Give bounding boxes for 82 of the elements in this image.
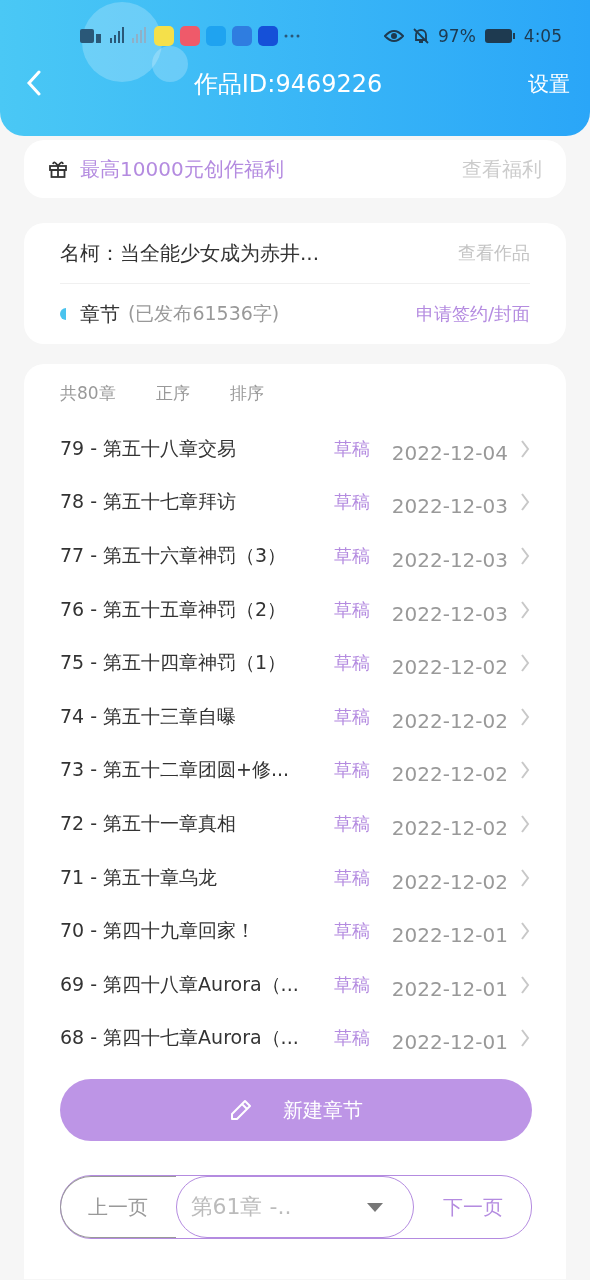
- chapter-title: 79 - 第五十八章交易: [60, 435, 238, 461]
- work-title: 名柯：当全能少女成为赤井...: [60, 239, 321, 267]
- chapter-row[interactable]: 76 - 第五十五章神罚（2） 草稿 2022-12-03: [60, 582, 530, 637]
- chapter-row[interactable]: 72 - 第五十一章真相 草稿 2022-12-02: [60, 797, 530, 851]
- promo-text: 最高10000元创作福利: [80, 155, 285, 183]
- chapter-title: 74 - 第五十三章自曝: [60, 703, 238, 729]
- chapter-date: 2022-12-02: [391, 761, 508, 787]
- word-count: (已发布61536字): [128, 301, 281, 326]
- chapter-row[interactable]: 68 - 第四十七章Aurora（... 草稿 2022-12-01: [60, 1011, 530, 1066]
- clock-time: 4:05: [523, 26, 562, 46]
- app-notification-icon: [154, 26, 174, 46]
- chevron-right-icon: [520, 813, 530, 834]
- chapter-title: 72 - 第五十一章真相: [60, 810, 238, 836]
- section-label: 章节: [80, 300, 120, 328]
- chapter-title: 76 - 第五十五章神罚（2）: [60, 596, 288, 622]
- chapter-title: 75 - 第五十四章神罚（1）: [60, 650, 288, 676]
- battery-percent: 97%: [438, 26, 476, 46]
- chevron-right-icon: [520, 974, 530, 995]
- chevron-right-icon: [520, 438, 530, 459]
- chapter-row[interactable]: 74 - 第五十三章自曝 草稿 2022-12-02: [60, 689, 530, 744]
- battery-icon: [483, 28, 516, 44]
- chapter-status: 草稿: [333, 544, 370, 568]
- chapter-status: 草稿: [333, 1026, 370, 1051]
- pencil-icon: [229, 1098, 253, 1123]
- chapter-status: 草稿: [333, 865, 370, 890]
- chevron-right-icon: [520, 867, 530, 888]
- bell-off-icon: [412, 27, 430, 45]
- chapter-row[interactable]: 70 - 第四十九章回家！ 草稿 2022-12-01: [60, 904, 530, 958]
- chapter-status: 草稿: [333, 704, 370, 729]
- eye-icon: [384, 29, 404, 43]
- chapter-row[interactable]: 73 - 第五十二章团圆+修... 草稿 2022-12-02: [60, 743, 530, 798]
- chapter-title: 78 - 第五十七章拜访: [60, 489, 238, 515]
- chapter-status: 草稿: [333, 436, 370, 461]
- chapter-date: 2022-12-01: [391, 922, 508, 948]
- chapter-row[interactable]: 71 - 第五十章乌龙 草稿 2022-12-02: [60, 850, 530, 905]
- chapter-date: 2022-12-01: [391, 1029, 508, 1055]
- app-notification-icon: [206, 26, 226, 46]
- chapter-title: 68 - 第四十七章Aurora（...: [60, 1025, 300, 1051]
- chapter-row[interactable]: 77 - 第五十六章神罚（3） 草稿 2022-12-03: [60, 529, 530, 583]
- gift-icon: [48, 159, 68, 179]
- chapter-title: 77 - 第五十六章神罚（3）: [60, 543, 288, 568]
- more-icon: [284, 34, 300, 38]
- chevron-right-icon: [520, 492, 530, 513]
- chapter-row[interactable]: 78 - 第五十七章拜访 草稿 2022-12-03: [60, 475, 530, 530]
- chevron-right-icon: [520, 1028, 530, 1049]
- chapter-status: 草稿: [333, 919, 370, 944]
- app-notification-icon: [258, 26, 278, 46]
- app-notification-icon: [232, 26, 252, 46]
- chapter-status: 草稿: [333, 758, 370, 783]
- chapter-date: 2022-12-02: [391, 868, 508, 894]
- chapter-date: 2022-12-04: [391, 439, 508, 465]
- chapter-title: 70 - 第四十九章回家！: [60, 918, 257, 944]
- chapter-row[interactable]: 79 - 第五十八章交易 草稿 2022-12-04: [60, 422, 530, 476]
- chapter-status: 草稿: [333, 597, 370, 622]
- chapter-status: 草稿: [333, 972, 370, 997]
- chapter-date: 2022-12-02: [391, 654, 508, 680]
- signal-icon: [80, 26, 148, 46]
- chevron-right-icon: [520, 706, 530, 727]
- chapter-date: 2022-12-02: [391, 814, 508, 840]
- chapter-row[interactable]: 75 - 第五十四章神罚（1） 草稿 2022-12-02: [60, 636, 530, 690]
- chapter-date: 2022-12-03: [391, 600, 508, 626]
- chapter-title: 69 - 第四十八章Aurora（...: [60, 971, 300, 997]
- chapter-status: 草稿: [333, 811, 370, 836]
- chapter-date: 2022-12-02: [391, 707, 508, 733]
- chapter-date: 2022-12-03: [391, 547, 508, 572]
- chapter-date: 2022-12-01: [391, 975, 508, 1001]
- chapter-row[interactable]: 69 - 第四十八章Aurora（... 草稿 2022-12-01: [60, 957, 530, 1012]
- chevron-right-icon: [520, 599, 530, 620]
- chevron-right-icon: [520, 760, 530, 781]
- app-notification-icon: [180, 26, 200, 46]
- chapter-date: 2022-12-03: [391, 493, 508, 519]
- dropdown-caret-icon: [366, 1202, 383, 1212]
- chapter-status: 草稿: [333, 490, 370, 515]
- chevron-right-icon: [520, 546, 530, 566]
- chapter-status: 草稿: [333, 651, 370, 676]
- chapter-title: 73 - 第五十二章团圆+修...: [60, 757, 291, 783]
- chevron-right-icon: [520, 921, 530, 942]
- back-icon: [26, 69, 42, 96]
- section-marker-icon: [60, 308, 66, 320]
- chapter-title: 71 - 第五十章乌龙: [60, 864, 219, 890]
- chevron-right-icon: [520, 653, 530, 674]
- page-title: 作品ID:9469226: [193, 69, 383, 100]
